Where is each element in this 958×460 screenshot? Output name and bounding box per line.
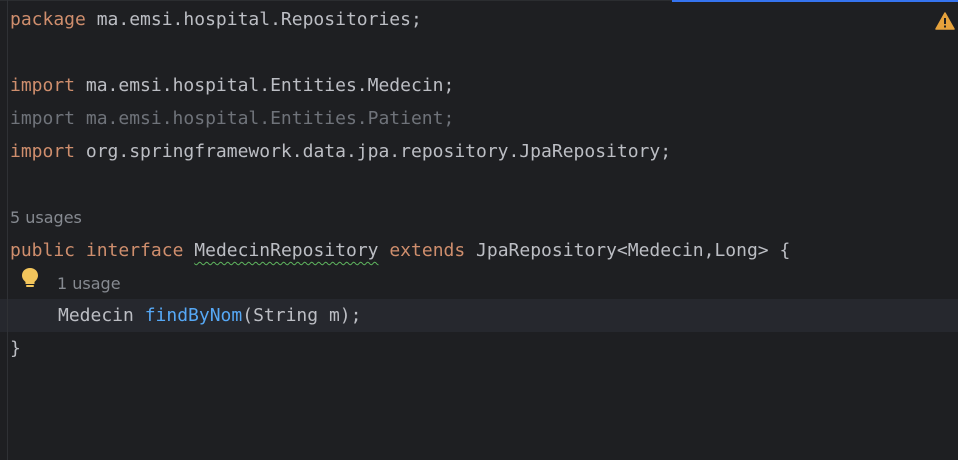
code-line-package[interactable]: package ma.emsi.hospital.Repositories; — [10, 3, 422, 36]
warning-triangle-icon[interactable] — [935, 12, 955, 30]
extends-clause: JpaRepository<Medecin,Long> { — [465, 240, 791, 261]
code-line-method-declaration[interactable]: Medecin findByNom(String m); — [58, 299, 361, 332]
usages-hint-method[interactable]: 1 usage — [57, 267, 121, 300]
code-line-import-medecin[interactable]: import ma.emsi.hospital.Entities.Medecin… — [10, 69, 454, 102]
return-type: Medecin — [58, 305, 134, 326]
keyword-interface: interface — [85, 240, 184, 261]
code-line-interface-declaration[interactable]: public interface MedecinRepository exten… — [10, 234, 790, 267]
editor-top-border — [0, 0, 672, 1]
keyword-extends: extends — [389, 240, 466, 261]
package-name: ma.emsi.hospital.Repositories; — [85, 9, 422, 30]
import-path: org.springframework.data.jpa.repository.… — [75, 141, 672, 162]
usages-hint-interface[interactable]: 5 usages — [10, 201, 82, 234]
keyword-import: import — [10, 75, 76, 96]
gutter-separator — [7, 0, 8, 460]
keyword-public: public — [10, 240, 76, 261]
code-editor[interactable]: package ma.emsi.hospital.Repositories; i… — [0, 0, 958, 460]
code-line-import-jparepository[interactable]: import org.springframework.data.jpa.repo… — [10, 135, 671, 168]
method-name[interactable]: findByNom — [145, 305, 243, 326]
import-path: ma.emsi.hospital.Entities.Medecin; — [75, 75, 455, 96]
closing-brace: } — [10, 338, 21, 359]
lightbulb-icon[interactable] — [20, 266, 40, 290]
active-tab-indicator — [672, 0, 958, 2]
interface-name[interactable]: MedecinRepository — [194, 240, 378, 261]
method-params: (String m); — [242, 305, 362, 326]
code-line-import-patient-unused[interactable]: import ma.emsi.hospital.Entities.Patient… — [10, 102, 454, 135]
code-line-closing-brace[interactable]: } — [10, 332, 21, 365]
keyword-import: import — [10, 141, 76, 162]
keyword-package: package — [10, 9, 86, 30]
unused-import-text: import ma.emsi.hospital.Entities.Patient… — [10, 108, 455, 129]
